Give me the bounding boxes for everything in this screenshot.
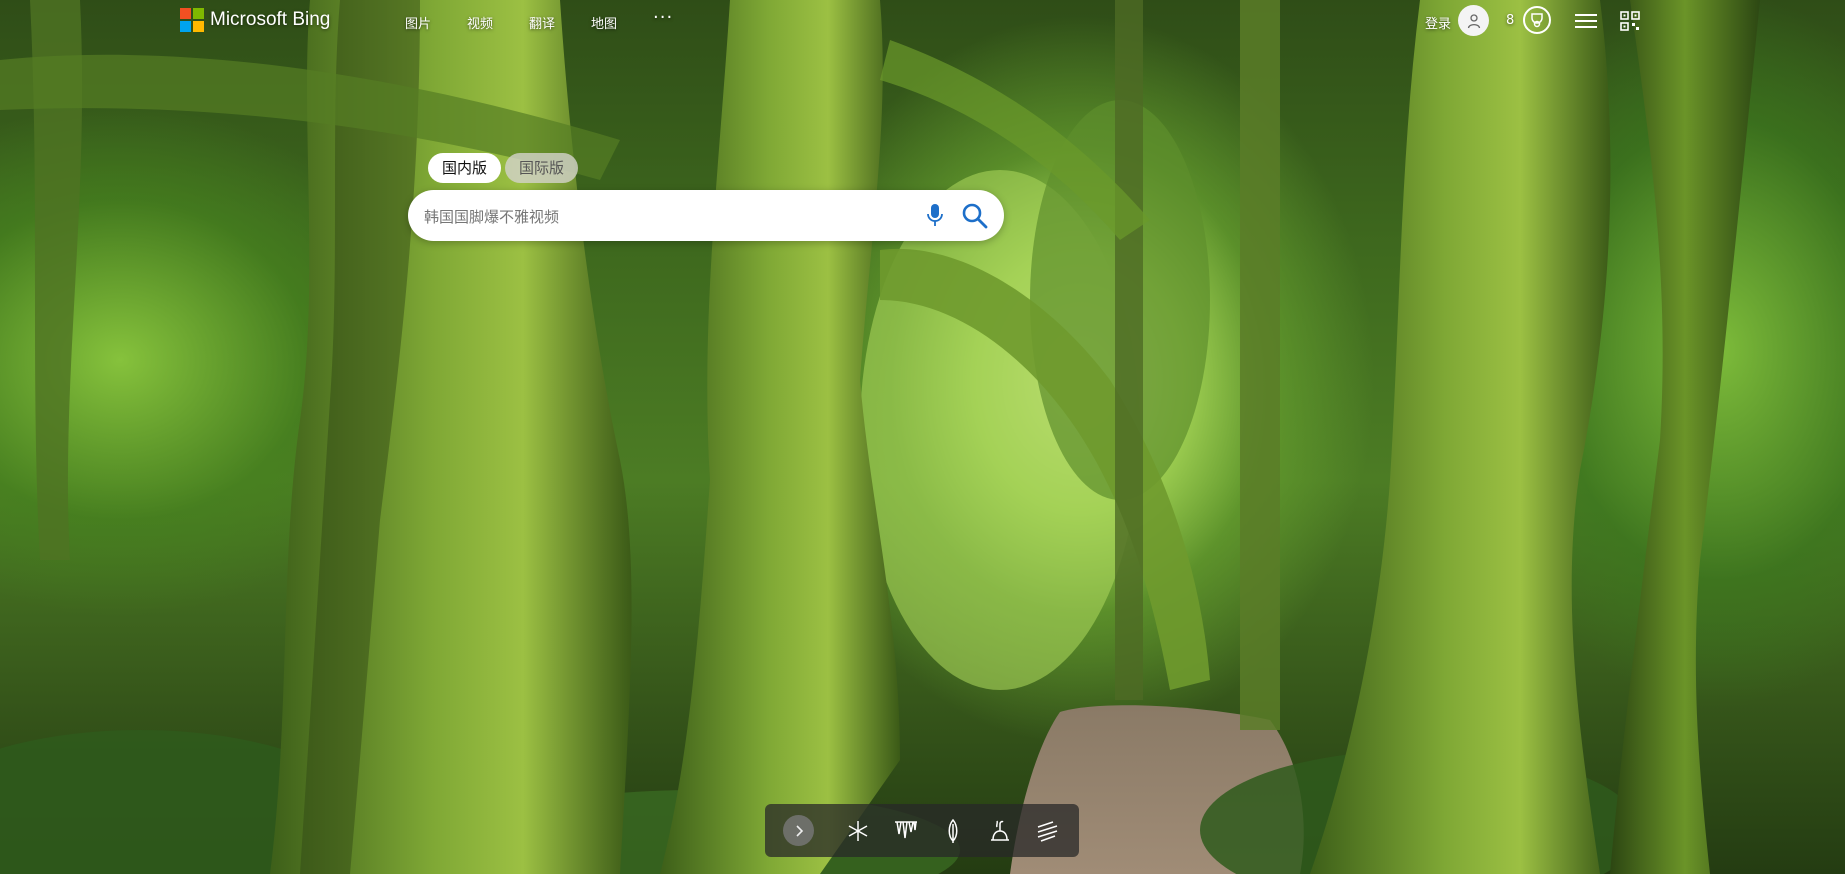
- bing-logo[interactable]: Microsoft Bing: [180, 8, 330, 32]
- search-icon[interactable]: [961, 202, 989, 234]
- nav-item-videos[interactable]: 视频: [467, 13, 529, 32]
- snowflake-icon[interactable]: [845, 818, 871, 844]
- search-input[interactable]: [422, 190, 896, 243]
- nav-more-button[interactable]: ···: [653, 7, 673, 32]
- main-nav: 图片 视频 翻译 地图 ···: [405, 7, 673, 32]
- chevron-right-icon[interactable]: [783, 815, 814, 846]
- bottom-toolbar: [765, 804, 1079, 857]
- brand-name: Microsoft Bing: [210, 9, 331, 30]
- hamburger-menu-icon[interactable]: [1575, 12, 1597, 34]
- wind-icon[interactable]: [1035, 818, 1061, 844]
- header-right-tools: 登录 8: [1425, 0, 1845, 42]
- market-tabs: 国内版 国际版: [428, 153, 579, 183]
- microsoft-logo-icon: [180, 8, 204, 32]
- rewards-points: 8: [1506, 13, 1515, 28]
- nav-item-images[interactable]: 图片: [405, 13, 467, 32]
- background-forest-image: [0, 0, 1845, 874]
- icicles-icon[interactable]: [893, 818, 919, 844]
- microphone-icon[interactable]: [926, 202, 944, 232]
- qr-code-icon[interactable]: [1620, 11, 1640, 35]
- feather-icon[interactable]: [940, 818, 966, 844]
- teapot-icon[interactable]: [987, 818, 1013, 844]
- search-box: [408, 190, 1004, 243]
- login-link[interactable]: 登录: [1425, 13, 1451, 32]
- user-icon[interactable]: [1458, 5, 1489, 36]
- top-header: Microsoft Bing 图片 视频 翻译 地图 ··· 登录 8: [0, 0, 1845, 42]
- nav-item-translate[interactable]: 翻译: [529, 13, 591, 32]
- nav-item-maps[interactable]: 地图: [591, 13, 653, 32]
- tab-domestic[interactable]: 国内版: [428, 153, 502, 183]
- rewards-trophy-icon[interactable]: [1523, 6, 1551, 34]
- tab-international[interactable]: 国际版: [505, 153, 579, 183]
- forest-illustration: [0, 0, 1760, 874]
